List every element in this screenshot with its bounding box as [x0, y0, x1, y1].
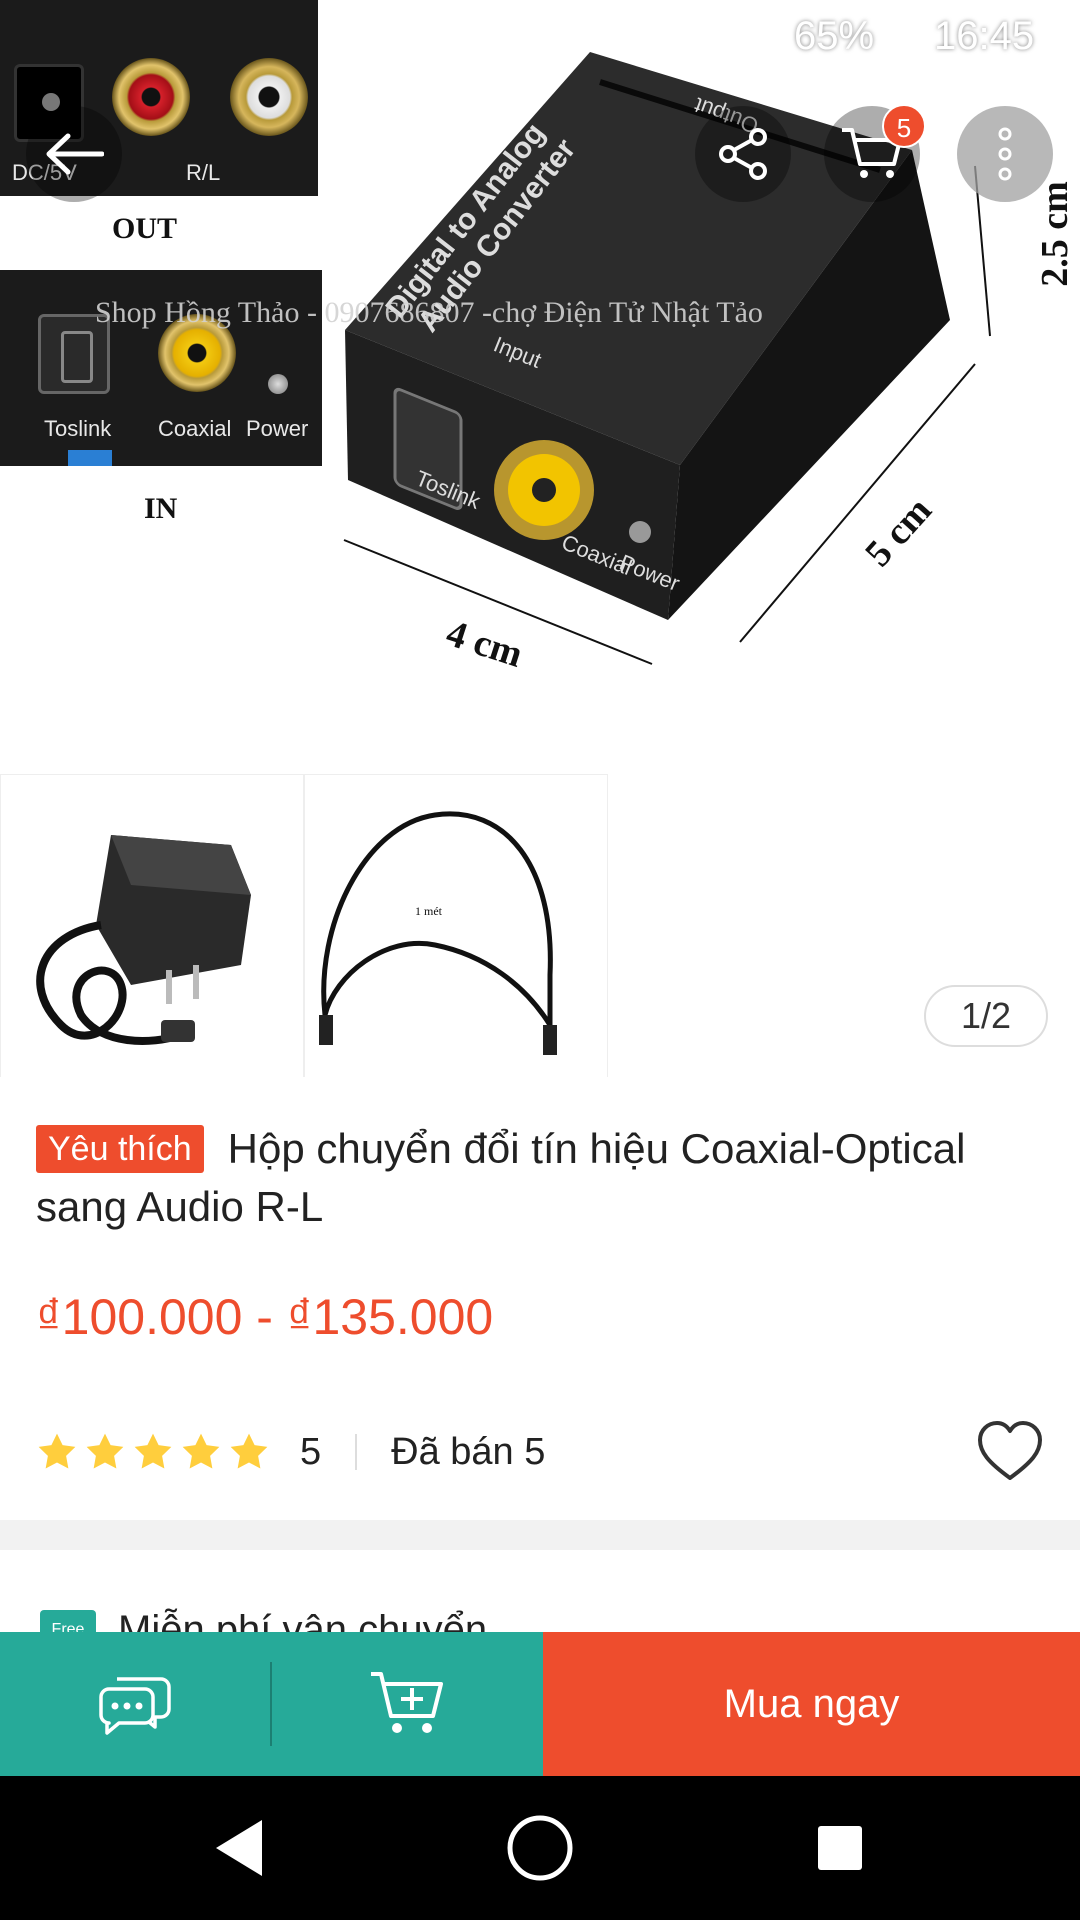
- heart-outline-icon[interactable]: [974, 1416, 1046, 1488]
- bottom-action-bar: Mua ngay: [0, 1632, 1080, 1776]
- arrow-left-icon: [46, 133, 104, 175]
- share-icon: [719, 128, 767, 180]
- section-divider: [0, 1520, 1080, 1550]
- buy-now-button[interactable]: Mua ngay: [543, 1632, 1080, 1776]
- triangle-back-icon: [216, 1820, 262, 1876]
- star-icon: [134, 1433, 172, 1469]
- cell-signal-2-icon: [732, 16, 770, 58]
- share-button[interactable]: [695, 106, 791, 202]
- system-navigation-bar: [0, 1776, 1080, 1920]
- more-vertical-icon: [998, 127, 1012, 181]
- gallery-page-indicator: 1/2: [924, 985, 1048, 1047]
- height-dimension-label: 2.5 cm: [1033, 181, 1076, 287]
- nav-home-button[interactable]: [504, 1812, 576, 1884]
- cart-button[interactable]: 5: [824, 104, 926, 202]
- star-icon: [230, 1433, 268, 1469]
- add-to-cart-button[interactable]: [272, 1632, 542, 1776]
- accessory-thumbnails: 1 mét: [0, 774, 608, 1077]
- clock: 16:45: [934, 14, 1035, 58]
- divider: [355, 1434, 358, 1470]
- cell-signal-icon: [674, 16, 712, 58]
- nav-back-button[interactable]: [204, 1812, 276, 1884]
- cable-length-label: 1 mét: [415, 904, 443, 918]
- chat-button[interactable]: [0, 1632, 270, 1776]
- rating-value: 5: [300, 1430, 322, 1473]
- rating-row: 5 Đã bán 5: [36, 1421, 1046, 1482]
- wifi-icon: [606, 20, 654, 56]
- more-options-button[interactable]: [957, 106, 1053, 202]
- star-icon: [182, 1433, 220, 1469]
- shop-watermark: Shop Hồng Thảo - 0907686807 -chợ Điện Tử…: [95, 296, 763, 329]
- thumbnail-adapter[interactable]: [0, 774, 304, 1077]
- product-price: ₫100.000 - ₫135.000: [36, 1289, 494, 1345]
- action-bar-left: [0, 1632, 543, 1776]
- battery-percent: 65%: [794, 14, 875, 58]
- star-rating: [36, 1431, 270, 1473]
- chat-icon: [99, 1677, 171, 1735]
- product-title-block: Yêu thích Hộp chuyển đổi tín hiệu Coaxial…: [36, 1120, 1036, 1236]
- thumbnail-optical-cable[interactable]: 1 mét: [304, 774, 608, 1077]
- status-bar: 65% 16:45: [0, 0, 1080, 76]
- star-icon: [86, 1433, 124, 1469]
- nav-recents-button[interactable]: [804, 1812, 876, 1884]
- back-button[interactable]: [26, 106, 122, 202]
- alarm-icon: [546, 18, 582, 57]
- cart-plus-icon: [371, 1672, 443, 1733]
- power-adapter-image: [36, 835, 251, 1045]
- recents-square-icon: [818, 1826, 862, 1870]
- sold-count: Đã bán 5: [391, 1430, 546, 1473]
- home-circle-icon: [507, 1815, 573, 1881]
- optical-cable-image: 1 mét: [319, 811, 557, 1055]
- star-icon: [38, 1433, 76, 1469]
- cart-count-badge: 5: [882, 104, 926, 148]
- battery-icon: [890, 18, 912, 58]
- favorite-tag: Yêu thích: [36, 1125, 204, 1173]
